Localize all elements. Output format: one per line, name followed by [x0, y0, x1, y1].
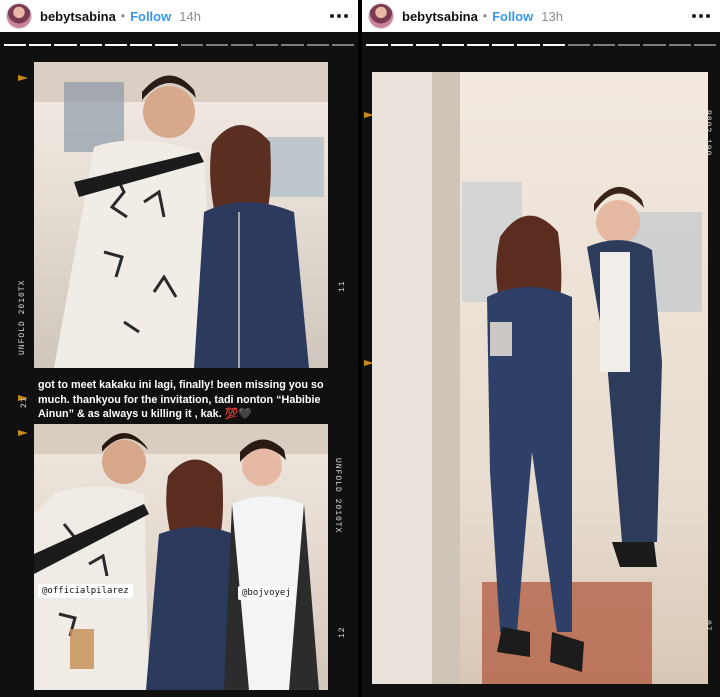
story-header: bebytsabina • Follow 13h — [362, 0, 720, 32]
timestamp: 14h — [179, 8, 201, 24]
film-number: 11 — [338, 280, 347, 292]
follow-button[interactable]: Follow — [492, 9, 533, 24]
separator-dot: • — [482, 9, 488, 23]
photo-mirror[interactable] — [372, 72, 708, 684]
story-panel-1[interactable]: bebytsabina • Follow 14h UNFOLD 2010TX U… — [0, 0, 358, 697]
story-progress-bar — [4, 44, 355, 46]
film-sprocket — [18, 430, 28, 436]
film-label: UNFOLD 2010TX — [18, 279, 27, 355]
film-label: UNFOLD 2010TX — [333, 458, 342, 534]
photo-illustration — [372, 72, 702, 684]
separator-dot: • — [120, 9, 126, 23]
username[interactable]: bebytsabina — [402, 9, 478, 24]
avatar[interactable] — [368, 3, 394, 29]
photo-illustration — [34, 62, 328, 368]
more-options-icon[interactable] — [326, 10, 352, 22]
more-options-icon[interactable] — [688, 10, 714, 22]
story-header: bebytsabina • Follow 14h — [0, 0, 358, 32]
story-progress-bar — [366, 44, 717, 46]
photo-illustration — [34, 424, 328, 690]
avatar[interactable] — [6, 3, 32, 29]
story-panel-2[interactable]: bebytsabina • Follow 13h P802 190 07 — [362, 0, 720, 697]
user-tag[interactable]: @bojvoyej — [238, 586, 295, 600]
film-number: 21 — [20, 396, 29, 408]
photo-bottom[interactable]: @officialpilarez @bojvoyej — [34, 424, 328, 690]
timestamp: 13h — [541, 8, 563, 24]
user-tag[interactable]: @officialpilarez — [38, 584, 133, 598]
photo-top[interactable] — [34, 62, 328, 368]
film-number: 12 — [338, 626, 347, 638]
follow-button[interactable]: Follow — [130, 9, 171, 24]
username[interactable]: bebytsabina — [40, 9, 116, 24]
story-caption: got to meet kakaku ini lagi, finally! be… — [38, 379, 324, 421]
film-sprocket — [18, 75, 28, 81]
